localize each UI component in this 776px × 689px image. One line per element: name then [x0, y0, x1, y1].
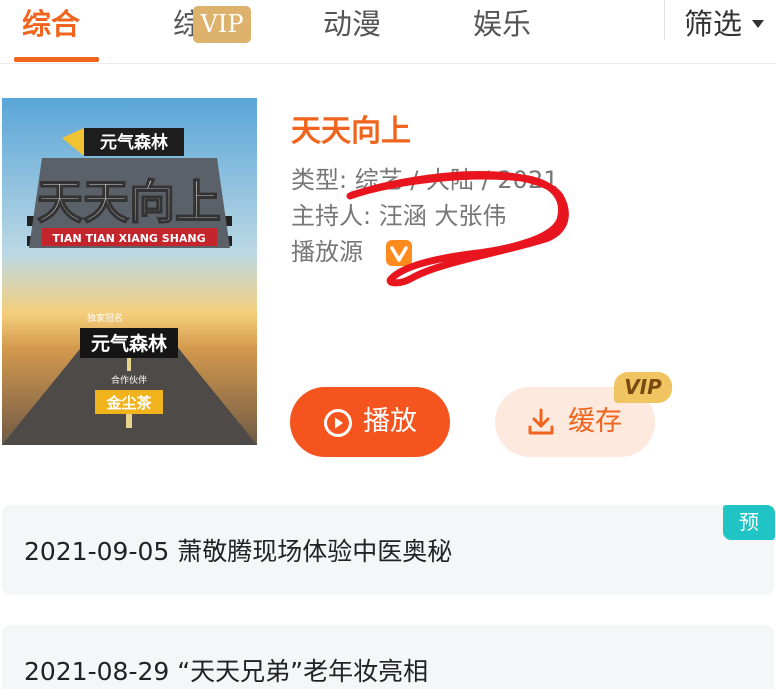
tab-anime[interactable]: 动漫 — [323, 4, 381, 44]
filter-divider — [664, 0, 665, 40]
cache-button-label: 缓存 — [568, 406, 622, 437]
episode-item[interactable]: 2021-09-05 萧敬腾现场体验中医奥秘 — [2, 505, 774, 595]
play-circle-icon — [324, 409, 352, 437]
filter-button[interactable]: 筛选 — [684, 4, 742, 44]
poster-sponsor-top: 元气森林 — [100, 132, 168, 153]
caret-down-icon[interactable] — [752, 20, 764, 28]
poster-partner-caption: 合作伙伴 — [111, 374, 147, 386]
category-tab-bar: 综合 综艺 动漫 娱乐 筛选 — [0, 0, 776, 64]
poster-title-sponsor: 元气森林 — [91, 332, 167, 355]
episode-title: 2021-09-05 萧敬腾现场体验中医奥秘 — [24, 537, 453, 566]
download-icon — [528, 408, 554, 435]
poster-show-logo: 天天向上 — [37, 175, 221, 229]
active-tab-indicator — [14, 57, 99, 62]
preview-badge: 预 — [723, 505, 775, 540]
show-poster[interactable]: 元气森林 天天向上 TIAN TIAN XIANG SHANG 独家冠名 元气森… — [2, 98, 257, 445]
tab-comprehensive[interactable]: 综合 — [22, 4, 80, 44]
show-host-line: 主持人: 汪涵 大张伟 — [291, 202, 507, 230]
poster-vip-badge: VIP — [193, 6, 251, 43]
poster-partner: 金尘茶 — [105, 394, 152, 412]
play-source-label: 播放源 — [291, 238, 363, 266]
play-button[interactable]: 播放 — [290, 387, 450, 457]
poster-pinyin: TIAN TIAN XIANG SHANG — [52, 232, 205, 245]
show-title[interactable]: 天天向上 — [291, 111, 411, 153]
mango-tv-icon[interactable] — [385, 239, 413, 267]
cache-vip-badge: VIP — [614, 372, 672, 403]
show-type-line: 类型: 综艺 / 大陆 / 2021 — [291, 166, 559, 194]
tab-entertainment[interactable]: 娱乐 — [473, 4, 531, 44]
episode-title: 2021-08-29 “天天兄弟”老年妆亮相 — [24, 657, 429, 686]
poster-title-sponsor-caption: 独家冠名 — [87, 312, 123, 324]
episode-item[interactable]: 2021-08-29 “天天兄弟”老年妆亮相 — [2, 625, 774, 689]
play-button-label: 播放 — [363, 406, 417, 437]
